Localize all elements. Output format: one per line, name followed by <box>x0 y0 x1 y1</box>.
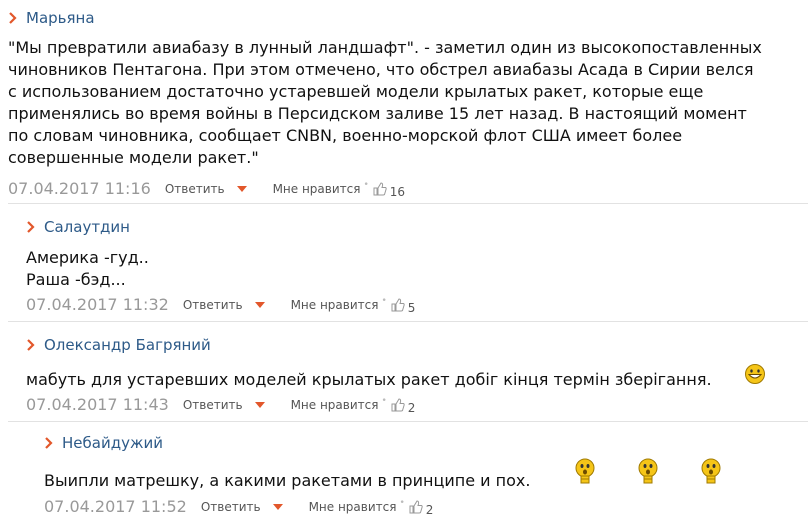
chevron-right-icon <box>27 339 35 351</box>
thumbs-up-icon[interactable] <box>409 499 423 514</box>
comment-date: 07.04.2017 11:32 <box>26 295 169 314</box>
chevron-right-icon <box>27 221 35 233</box>
reply-button[interactable]: Ответить <box>165 182 225 196</box>
thumbs-up-icon[interactable] <box>391 397 405 412</box>
comment-line: с использованием достаточно устаревшей м… <box>8 82 704 101</box>
comment-author-row: Марьяна <box>8 9 95 27</box>
comment-line: по словам чиновника, сообщает CNBN, воен… <box>8 126 683 145</box>
thumbs-up-icon[interactable] <box>373 181 387 196</box>
reply-button[interactable]: Ответить <box>183 398 243 412</box>
comment-line: применялись во время войны в Персидском … <box>8 104 747 123</box>
separator-dot: • <box>381 295 387 306</box>
comment-line: Америка -гуд.. <box>26 248 149 267</box>
thumbs-up-icon[interactable] <box>391 297 405 312</box>
dropdown-arrow-icon[interactable] <box>236 185 247 192</box>
comment-meta: 07.04.2017 11:32 Ответить Мне нравится •… <box>26 295 416 315</box>
separator-dot: • <box>381 395 387 406</box>
separator-dot: • <box>399 497 405 508</box>
lightbulb-smiley-icon <box>701 458 721 484</box>
like-button[interactable]: Мне нравится <box>291 398 379 412</box>
like-count: 16 <box>389 184 406 199</box>
like-count: 5 <box>407 300 416 315</box>
comment-line: Раша -бэд... <box>26 270 126 289</box>
lightbulb-smiley-icon <box>638 458 658 484</box>
chevron-right-icon <box>45 437 53 449</box>
separator-dot: • <box>363 179 369 190</box>
comment-line: совершенные модели ракет." <box>8 148 259 167</box>
comment-line: Выипли матрешку, а какими ракетами в при… <box>44 471 531 490</box>
divider <box>8 421 808 422</box>
comment-body: Выипли матрешку, а какими ракетами в при… <box>44 470 530 492</box>
comment-date: 07.04.2017 11:52 <box>44 497 187 516</box>
comment-author[interactable]: Небайдужий <box>62 434 163 452</box>
comment-body: мабуть для устаревших моделей крылатых р… <box>26 369 712 391</box>
comment-meta: 07.04.2017 11:52 Ответить Мне нравится •… <box>44 497 434 517</box>
like-button[interactable]: Мне нравится <box>273 182 361 196</box>
comment-author-row: Олександр Багряний <box>26 336 211 354</box>
comment-body: "Мы превратили авиабазу в лунный ландшаф… <box>8 37 806 169</box>
chevron-right-icon <box>9 12 17 24</box>
comment-author-row: Салаутдин <box>26 218 130 236</box>
comment-date: 07.04.2017 11:43 <box>26 395 169 414</box>
reply-button[interactable]: Ответить <box>183 298 243 312</box>
comment-meta: 07.04.2017 11:16 Ответить Мне нравится •… <box>8 179 406 199</box>
lightbulb-smiley-icon <box>575 458 595 484</box>
divider <box>8 321 808 322</box>
comment-author[interactable]: Олександр Багряний <box>44 336 211 354</box>
comment-line: мабуть для устаревших моделей крылатых р… <box>26 370 712 389</box>
comment-author-row: Небайдужий <box>44 434 163 452</box>
reply-button[interactable]: Ответить <box>201 500 261 514</box>
dropdown-arrow-icon[interactable] <box>254 401 265 408</box>
comment-line: "Мы превратили авиабазу в лунный ландшаф… <box>8 38 762 57</box>
comment-date: 07.04.2017 11:16 <box>8 179 151 198</box>
comment-body: Америка -гуд.. Раша -бэд... <box>26 247 149 291</box>
comment-author[interactable]: Марьяна <box>26 9 95 27</box>
like-count: 2 <box>407 400 416 415</box>
like-button[interactable]: Мне нравится <box>309 500 397 514</box>
like-count: 2 <box>425 502 434 517</box>
divider <box>8 203 808 204</box>
comment-line: чиновников Пентагона. При этом отмечено,… <box>8 60 754 79</box>
dropdown-arrow-icon[interactable] <box>272 503 283 510</box>
comment-author[interactable]: Салаутдин <box>44 218 130 236</box>
like-button[interactable]: Мне нравится <box>291 298 379 312</box>
comment-meta: 07.04.2017 11:43 Ответить Мне нравится •… <box>26 395 416 415</box>
grinning-smiley-icon <box>745 364 765 384</box>
dropdown-arrow-icon[interactable] <box>254 301 265 308</box>
